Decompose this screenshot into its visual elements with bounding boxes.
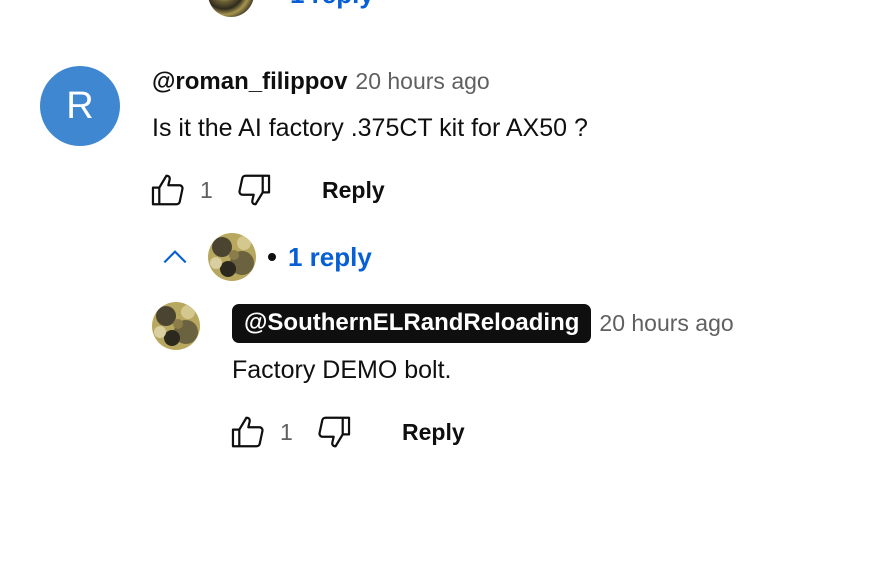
like-count: 1 [200, 176, 213, 203]
reply-author-avatar [208, 0, 254, 17]
like-count: 1 [280, 418, 293, 445]
comment-actions: 1 Reply [148, 170, 385, 210]
comment-time[interactable]: 20 hours ago [355, 68, 489, 95]
avatar-image [208, 233, 256, 281]
reply-button[interactable]: Reply [402, 419, 465, 446]
channel-owner-badge[interactable]: @SouthernELRandReloading [232, 304, 592, 343]
separator-dot [268, 253, 276, 261]
reply-author-avatar [208, 233, 256, 281]
comment-text: Is it the AI factory .375CT kit for AX50… [152, 114, 588, 142]
reply-time[interactable]: 20 hours ago [599, 310, 733, 337]
comment-author[interactable]: @roman_filippov [152, 68, 347, 96]
reply-button[interactable]: Reply [322, 177, 385, 204]
reply-text: Factory DEMO bolt. [232, 356, 452, 384]
thumbs-up-icon [231, 416, 264, 448]
chevron-up-icon [160, 0, 190, 9]
replies-toggle[interactable]: 1 reply [158, 232, 372, 282]
like-button[interactable] [148, 170, 188, 210]
previous-thread-replies-toggle[interactable]: 1 reply [160, 0, 374, 17]
thumbs-down-icon [238, 174, 271, 206]
avatar-letter: R [66, 84, 94, 127]
thumbs-down-icon [318, 416, 351, 448]
reply-actions: 1 Reply [228, 412, 465, 452]
avatar-image [152, 302, 200, 350]
reply-author-avatar[interactable] [152, 302, 200, 350]
comments-section: 1 reply R @roman_filippov 20 hours ago I… [0, 0, 882, 580]
previous-thread-replies-count[interactable]: 1 reply [290, 0, 374, 10]
chevron-up-icon [163, 250, 187, 264]
commenter-avatar[interactable]: R [40, 66, 120, 146]
dislike-button[interactable] [314, 412, 354, 452]
thumbs-up-icon [151, 174, 184, 206]
reply-header: @SouthernELRandReloading 20 hours ago [232, 304, 734, 343]
like-button[interactable] [228, 412, 268, 452]
collapse-replies-button[interactable] [158, 240, 192, 274]
comment-header: @roman_filippov 20 hours ago [152, 68, 490, 96]
dislike-button[interactable] [234, 170, 274, 210]
replies-count[interactable]: 1 reply [288, 242, 372, 273]
